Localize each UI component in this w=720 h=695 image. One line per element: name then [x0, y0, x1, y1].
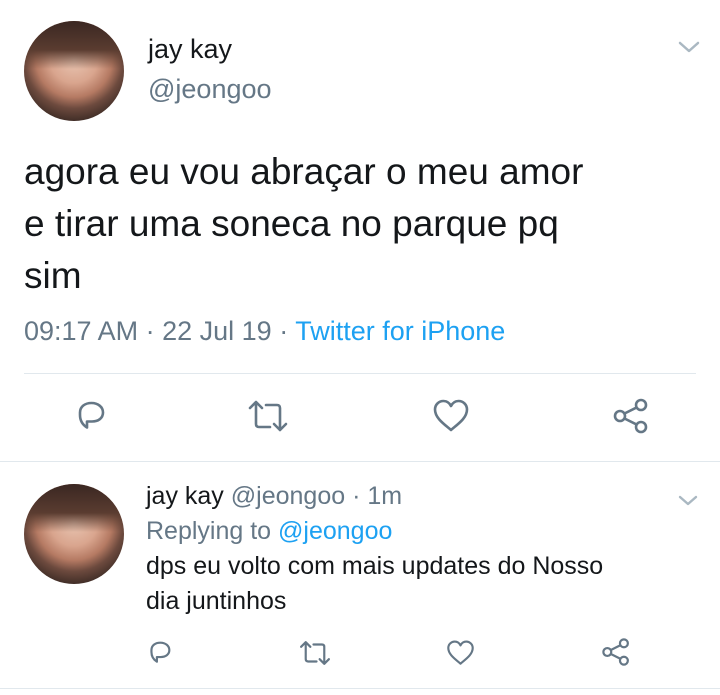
- replying-handle-link[interactable]: @jeongoo: [278, 517, 392, 545]
- author-handle[interactable]: @jeongoo: [148, 74, 272, 105]
- author-name[interactable]: jay kay: [148, 34, 232, 65]
- avatar[interactable]: [24, 21, 124, 121]
- tweet-age[interactable]: 1m: [367, 482, 402, 510]
- like-icon[interactable]: [432, 398, 470, 434]
- tweet-source-link[interactable]: Twitter for iPhone: [295, 316, 505, 346]
- author-handle[interactable]: @jeongoo: [231, 482, 345, 510]
- separator-dot: ·: [279, 316, 289, 346]
- reply-text-line: dps eu volto com mais updates do Nosso: [146, 552, 604, 580]
- reply-text-line: dia juntinhos: [146, 587, 287, 615]
- tweet-date[interactable]: 22 Jul 19: [162, 316, 272, 346]
- reply-icon[interactable]: [146, 638, 174, 666]
- reply-header: jay kay @jeongoo · 1m: [146, 482, 402, 511]
- like-icon[interactable]: [446, 639, 475, 667]
- tweet-text-line: e tirar uma soneca no parque pq: [24, 203, 559, 244]
- tweet-text: agora eu vou abraçar o meu amor e tirar …: [24, 146, 704, 302]
- separator-dot: ·: [352, 482, 361, 510]
- author-name[interactable]: jay kay: [146, 482, 224, 510]
- retweet-icon[interactable]: [298, 639, 332, 667]
- retweet-icon[interactable]: [246, 398, 290, 434]
- tweet-time[interactable]: 09:17 AM: [24, 316, 138, 346]
- divider: [24, 373, 696, 374]
- replying-label: Replying to: [146, 517, 272, 545]
- chevron-down-icon[interactable]: [678, 40, 700, 54]
- divider: [0, 688, 720, 689]
- avatar[interactable]: [24, 484, 124, 584]
- section-divider: [0, 461, 720, 462]
- tweet-text-line: sim: [24, 255, 82, 296]
- separator-dot: ·: [145, 316, 155, 346]
- reply-icon[interactable]: [73, 397, 109, 433]
- share-icon[interactable]: [612, 397, 650, 435]
- chevron-down-icon[interactable]: [678, 494, 698, 507]
- replying-to: Replying to @jeongoo: [146, 517, 392, 546]
- share-icon[interactable]: [601, 637, 631, 667]
- tweet-text-line: agora eu vou abraçar o meu amor: [24, 151, 584, 192]
- tweet-meta: 09:17 AM · 22 Jul 19 · Twitter for iPhon…: [24, 316, 505, 347]
- reply-text: dps eu volto com mais updates do Nosso d…: [146, 549, 706, 619]
